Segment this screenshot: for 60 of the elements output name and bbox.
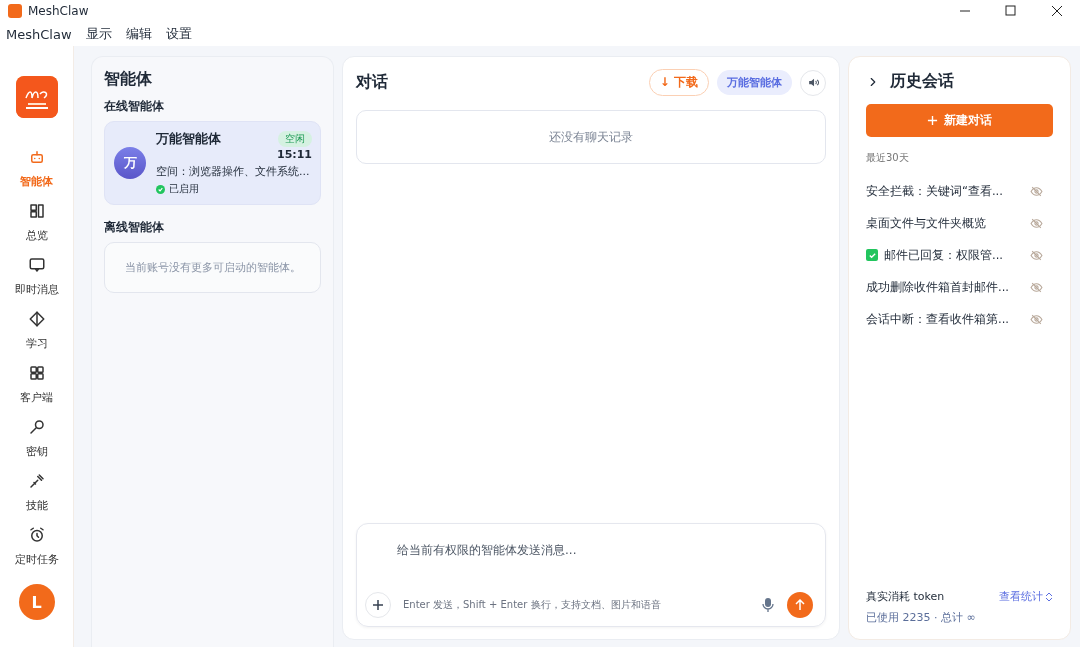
empty-message: 当前账号没有更多可启动的智能体。: [104, 242, 321, 293]
send-button[interactable]: [787, 592, 813, 618]
pin-icon: [27, 472, 46, 490]
history-item[interactable]: 会话中断：查看收件箱第...: [866, 311, 1030, 327]
hidden-eye-icon[interactable]: [1030, 248, 1043, 262]
hidden-eye-icon[interactable]: [1030, 216, 1043, 230]
input-hint: Enter 发送，Shift + Enter 换行，支持文档、图片和语音: [403, 598, 662, 612]
nav-item[interactable]: 定时任务: [14, 526, 59, 580]
nav-item[interactable]: 学习: [25, 310, 48, 364]
attach-button[interactable]: [365, 592, 391, 618]
usage-value: 已使用 2235 · 总计 ∞: [866, 610, 977, 625]
history-item[interactable]: 桌面文件与文件夹概览: [866, 215, 1030, 231]
alarm-icon: [27, 526, 46, 544]
usage-label: 真实消耗 token: [866, 589, 945, 604]
agent-status: 已启用: [169, 182, 199, 196]
microphone-icon[interactable]: [761, 597, 775, 613]
window-title: MeshClaw: [28, 4, 89, 18]
plus-icon: [372, 599, 384, 611]
nav-item[interactable]: 即时消息: [14, 256, 59, 310]
speaker-icon: [806, 76, 820, 89]
empty-message: 还没有聊天记录: [356, 110, 826, 164]
agent-description: 空间：浏览器操作、文件系统...: [156, 164, 311, 179]
nav-item[interactable]: 客户端: [20, 364, 53, 418]
nav-item[interactable]: 总览: [25, 202, 48, 256]
panel-title: 智能体: [104, 69, 153, 90]
hidden-eye-icon[interactable]: [1030, 184, 1043, 198]
history-item[interactable]: 邮件已回复：权限管...: [884, 247, 1030, 263]
nav-item[interactable]: 技能: [25, 472, 48, 526]
grid-icon: [27, 364, 46, 382]
history-item[interactable]: 成功删除收件箱首封邮件...: [866, 279, 1030, 295]
nav-item[interactable]: 密钥: [25, 418, 48, 472]
message-field[interactable]: 给当前有权限的智能体发送消息...: [395, 542, 759, 558]
menu-item[interactable]: 设置: [165, 25, 192, 43]
plus-icon: [927, 115, 938, 126]
status-badge: 空闲: [278, 131, 312, 147]
arrow-up-icon: [794, 599, 806, 611]
chat-icon: [27, 256, 46, 274]
agent-name: 万能智能体: [156, 130, 221, 148]
agent-card[interactable]: 万 万能智能体 空闲 15:11 空间：浏览器操作、文件系统... 已启用: [104, 121, 321, 205]
section-heading: 离线智能体: [104, 219, 165, 236]
stats-link[interactable]: 查看统计: [999, 589, 1053, 604]
hidden-eye-icon[interactable]: [1030, 280, 1043, 294]
agent-avatar: 万: [114, 147, 146, 179]
speaker-button[interactable]: [800, 69, 826, 96]
app-logo: [15, 76, 58, 118]
history-item[interactable]: 安全拦截：关键词“查看...: [866, 183, 1030, 199]
diamond-icon: [27, 310, 46, 328]
app-icon: [8, 4, 22, 18]
panel-title: 历史会话: [890, 71, 954, 92]
menu-item[interactable]: 显示: [85, 25, 112, 43]
agent-chip[interactable]: 万能智能体: [717, 70, 792, 95]
agent-time: 15:11: [277, 148, 312, 161]
section-heading: 在线智能体: [104, 98, 165, 115]
layout-icon: [27, 202, 46, 220]
sort-icon: [1045, 591, 1053, 602]
menu-item[interactable]: MeshClaw: [6, 26, 72, 42]
menu-item[interactable]: 编辑: [125, 25, 152, 43]
section-heading: 最近30天: [866, 151, 910, 165]
chat-title: 对话: [356, 72, 389, 93]
hidden-eye-icon[interactable]: [1030, 312, 1043, 326]
